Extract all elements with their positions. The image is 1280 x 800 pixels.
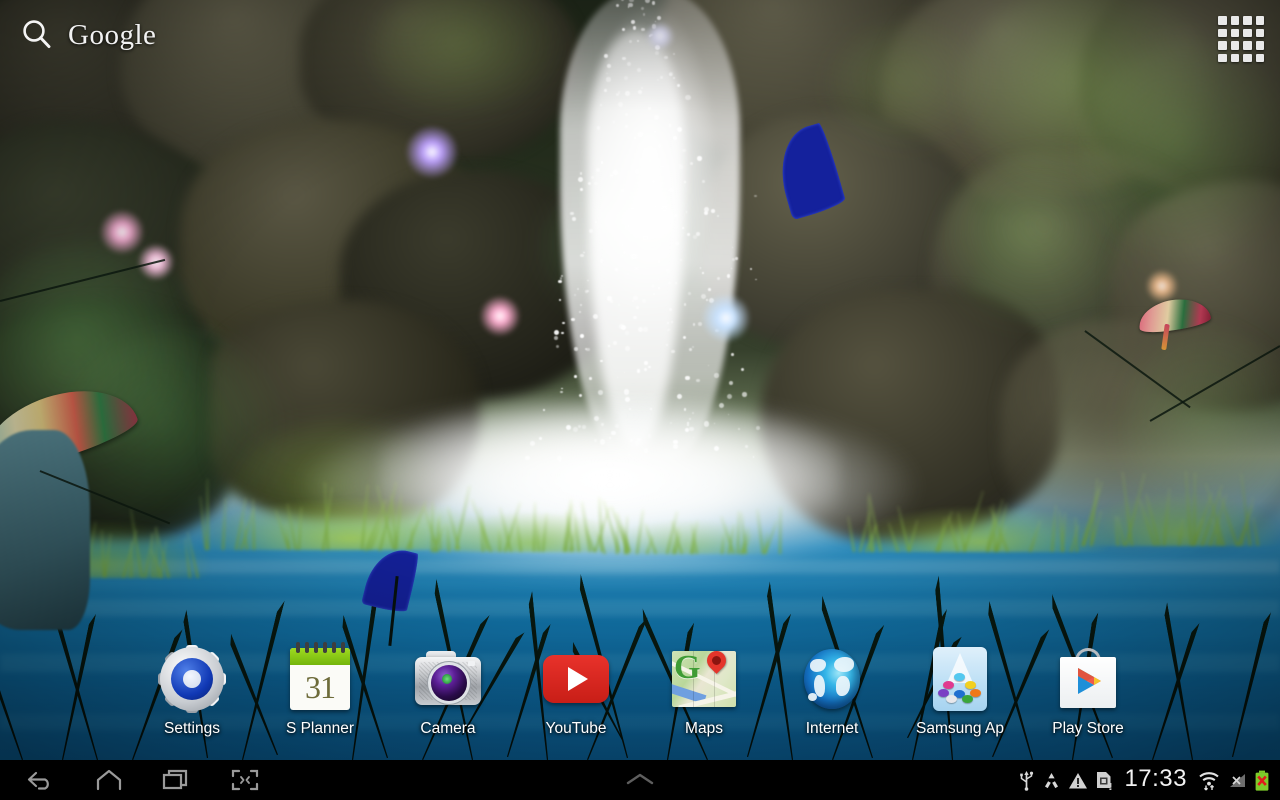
google-wordmark: Google	[68, 18, 157, 51]
dock-app-s-planner[interactable]: 31 S Planner	[256, 642, 384, 738]
status-bar-clock: 17:33	[1124, 765, 1187, 792]
warning-triangle-icon	[1068, 771, 1088, 790]
globe-icon[interactable]	[798, 645, 866, 713]
dock-app-samsung-apps[interactable]: Samsung Ap	[896, 645, 1024, 738]
grid-cell	[1218, 41, 1227, 50]
grid-cell	[1243, 41, 1252, 50]
dock-app-camera[interactable]: Camera	[384, 645, 512, 738]
dock-app-label: Internet	[805, 720, 859, 737]
apps-grid-icon[interactable]	[1218, 16, 1264, 62]
grid-cell	[1255, 28, 1264, 37]
maps-icon[interactable]: G	[670, 645, 738, 713]
dock-app-settings[interactable]: Settings	[128, 645, 256, 738]
play-triangle-icon	[1078, 668, 1101, 694]
dock-app-label: Camera	[420, 720, 476, 737]
dock-app-label: S Planner	[285, 720, 355, 737]
signal-no-service-icon	[1227, 771, 1247, 790]
notification-drawer-handle[interactable]	[262, 770, 1018, 790]
grid-cell	[1230, 16, 1239, 25]
grid-cell	[1255, 16, 1264, 25]
recycle-icon	[1042, 771, 1061, 790]
grid-cell	[1230, 41, 1239, 50]
maps-g-glyph: G	[674, 649, 701, 686]
settings-gear-icon[interactable]	[158, 645, 226, 713]
dock-app-internet[interactable]: Internet	[768, 645, 896, 738]
back-icon[interactable]	[24, 766, 58, 794]
dock-app-label: Settings	[163, 720, 220, 737]
samsung-apps-icon[interactable]	[926, 645, 994, 713]
grid-cell	[1243, 53, 1252, 62]
grid-cell	[1218, 16, 1227, 25]
recents-icon[interactable]	[160, 766, 194, 794]
grid-cell	[1230, 28, 1239, 37]
wifi-transfer-icon	[1198, 770, 1220, 791]
grid-cell	[1255, 53, 1264, 62]
sim-card-alert-icon	[1095, 770, 1113, 790]
dock-app-label: YouTube	[545, 720, 607, 737]
nav-buttons	[0, 766, 262, 794]
status-bar[interactable]: 17:33	[1018, 765, 1280, 795]
android-home-screen: Google Settings 31 S Planner Camera YouT…	[0, 0, 1280, 800]
dock-app-play-store[interactable]: Play Store	[1024, 645, 1152, 738]
calendar-icon[interactable]: 31	[286, 642, 354, 713]
grid-cell	[1218, 28, 1227, 37]
youtube-icon[interactable]	[542, 645, 610, 713]
app-dock: Settings 31 S Planner Camera YouTube G M…	[0, 642, 1280, 760]
grid-cell	[1255, 41, 1264, 50]
home-icon[interactable]	[92, 766, 126, 794]
camera-icon[interactable]	[414, 645, 482, 713]
navigation-bar: 17:33	[0, 760, 1280, 800]
grid-cell	[1243, 28, 1252, 37]
chevron-up-icon[interactable]	[618, 770, 662, 790]
grid-cell	[1218, 53, 1227, 62]
calendar-day-number: 31	[305, 668, 336, 705]
dock-app-youtube[interactable]: YouTube	[512, 645, 640, 738]
grid-cell	[1230, 53, 1239, 62]
dock-app-label: Play Store	[1052, 720, 1124, 737]
google-search-widget[interactable]: Google	[10, 12, 166, 58]
screen-capture-icon[interactable]	[228, 766, 262, 794]
dock-app-maps[interactable]: G Maps	[640, 645, 768, 738]
dock-app-label: Maps	[685, 720, 723, 737]
play-store-icon[interactable]	[1054, 645, 1122, 713]
grid-cell	[1243, 16, 1252, 25]
usb-icon	[1018, 769, 1035, 791]
battery-error-icon	[1254, 770, 1270, 791]
dock-app-label: Samsung Ap	[916, 720, 1004, 737]
search-icon[interactable]	[20, 18, 54, 52]
